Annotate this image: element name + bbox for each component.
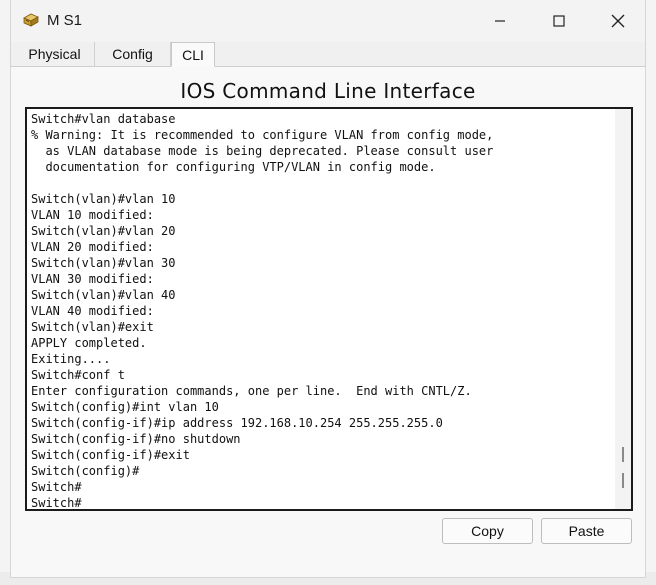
minimize-icon bbox=[495, 20, 505, 22]
tab-config[interactable]: Config bbox=[95, 42, 171, 66]
console-line: Exiting.... bbox=[31, 352, 111, 366]
close-icon bbox=[611, 14, 625, 28]
cli-heading: IOS Command Line Interface bbox=[180, 79, 476, 103]
scrollbar-thumb-mark[interactable] bbox=[622, 473, 624, 488]
console-line: Switch#conf t bbox=[31, 368, 125, 382]
console-line: VLAN 10 modified: bbox=[31, 208, 154, 222]
console-line: % Warning: It is recommended to configur… bbox=[31, 128, 494, 142]
console-line: Enter configuration commands, one per li… bbox=[31, 384, 472, 398]
console-line: APPLY completed. bbox=[31, 336, 147, 350]
console-line: as VLAN database mode is being deprecate… bbox=[31, 144, 494, 158]
cli-console[interactable]: Switch#vlan database % Warning: It is rec… bbox=[25, 107, 633, 511]
console-line: Switch(config)# bbox=[31, 464, 140, 478]
paste-button[interactable]: Paste bbox=[541, 518, 632, 544]
console-line: Switch(config-if)#no shutdown bbox=[31, 432, 241, 446]
console-line: VLAN 30 modified: bbox=[31, 272, 154, 286]
console-line: Switch# bbox=[31, 480, 82, 494]
tab-cli[interactable]: CLI bbox=[171, 42, 215, 67]
close-button[interactable] bbox=[589, 0, 647, 42]
tab-physical[interactable]: Physical bbox=[15, 42, 95, 66]
device-window: M S1 Physical Config CLI IOS Command Lin… bbox=[10, 0, 646, 578]
console-line: Switch(vlan)#vlan 20 bbox=[31, 224, 176, 238]
console-line: Switch(config-if)#ip address 192.168.10.… bbox=[31, 416, 443, 430]
scrollbar-thumb-mark[interactable] bbox=[622, 447, 624, 462]
tab-bar: Physical Config CLI bbox=[11, 42, 645, 67]
console-line: Switch(config)#int vlan 10 bbox=[31, 400, 219, 414]
window-title: M S1 bbox=[47, 12, 83, 29]
console-line: Switch(vlan)#vlan 30 bbox=[31, 256, 176, 270]
maximize-button[interactable] bbox=[530, 0, 588, 42]
title-bar[interactable]: M S1 bbox=[11, 0, 645, 42]
console-output[interactable]: Switch#vlan database % Warning: It is rec… bbox=[31, 111, 611, 510]
console-line: Switch(vlan)#vlan 40 bbox=[31, 288, 176, 302]
console-line: Switch# bbox=[31, 496, 82, 510]
console-line: Switch(config-if)#exit bbox=[31, 448, 190, 462]
minimize-button[interactable] bbox=[471, 0, 529, 42]
console-line: documentation for configuring VTP/VLAN i… bbox=[31, 160, 436, 174]
console-line: Switch(vlan)#exit bbox=[31, 320, 154, 334]
console-line: Switch#vlan database bbox=[31, 112, 176, 126]
console-line: VLAN 40 modified: bbox=[31, 304, 154, 318]
console-scrollbar[interactable] bbox=[615, 109, 631, 509]
copy-button[interactable]: Copy bbox=[442, 518, 533, 544]
switch-device-icon bbox=[22, 11, 40, 29]
maximize-icon bbox=[553, 15, 565, 27]
cli-panel: IOS Command Line Interface Switch#vlan d… bbox=[11, 67, 645, 577]
console-line: VLAN 20 modified: bbox=[31, 240, 154, 254]
console-line: Switch(vlan)#vlan 10 bbox=[31, 192, 176, 206]
